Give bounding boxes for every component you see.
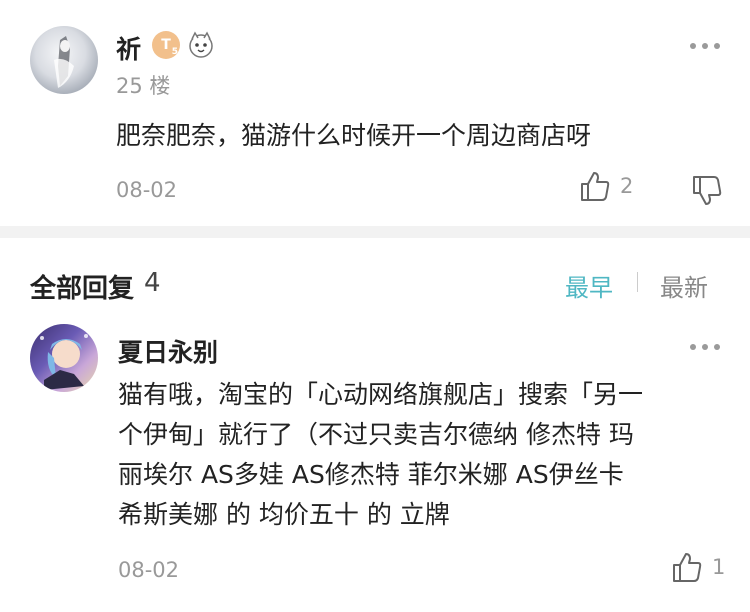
replies-count: 4 [144, 268, 161, 298]
reply-like-count: 1 [712, 555, 726, 579]
badge-letter: T [161, 37, 171, 53]
thumbs-up-icon [673, 553, 702, 582]
thumbs-up-icon [581, 172, 610, 201]
mascot-badge-icon [186, 30, 216, 60]
badge-level: 5 [171, 47, 178, 57]
reply-like-button[interactable]: 1 [672, 551, 725, 583]
post-date: 08-02 [116, 178, 178, 202]
post-username[interactable]: 祈 [116, 30, 141, 66]
sort-separator [637, 272, 638, 292]
more-options-button[interactable] [690, 43, 720, 49]
replies-header: 全部回复 4 [30, 268, 161, 305]
dislike-button[interactable] [692, 175, 722, 211]
thumbs-down-icon [693, 176, 722, 205]
replies-title: 全部回复 [30, 274, 135, 304]
avatar[interactable] [30, 26, 98, 94]
reply-date: 08-02 [118, 558, 180, 582]
avatar-character-icon [40, 334, 88, 390]
reply-content-line: 个伊甸」就行了（不过只卖吉尔德纳 修杰特 玛 [118, 420, 634, 449]
post-content: 肥奈肥奈，猫游什么时候开一个周边商店呀 [116, 121, 592, 150]
reply-content-line: 猫有哦，淘宝的「心动网络旗舰店」搜索「另一 [118, 380, 644, 409]
level-badge: T 5 [152, 31, 180, 59]
avatar-figure-icon [54, 36, 74, 88]
like-button[interactable]: 2 [580, 170, 633, 202]
reply-content-line: 丽埃尔 AS多娃 AS修杰特 菲尔米娜 AS伊丝卡 [118, 460, 624, 489]
reply-content-line: 希斯美娜 的 均价五十 的 立牌 [118, 500, 450, 529]
reply-username[interactable]: 夏日永别 [118, 333, 218, 369]
like-count: 2 [620, 174, 634, 198]
section-divider [0, 226, 750, 238]
sort-earliest-tab[interactable]: 最早 [565, 268, 613, 303]
reply-content: 猫有哦，淘宝的「心动网络旗舰店」搜索「另一 个伊甸」就行了（不过只卖吉尔德纳 修… [118, 375, 643, 535]
sort-latest-tab[interactable]: 最新 [660, 268, 708, 303]
reply-avatar[interactable] [30, 324, 98, 392]
floor-number: 25 楼 [116, 74, 171, 98]
reply-more-options-button[interactable] [690, 344, 720, 350]
